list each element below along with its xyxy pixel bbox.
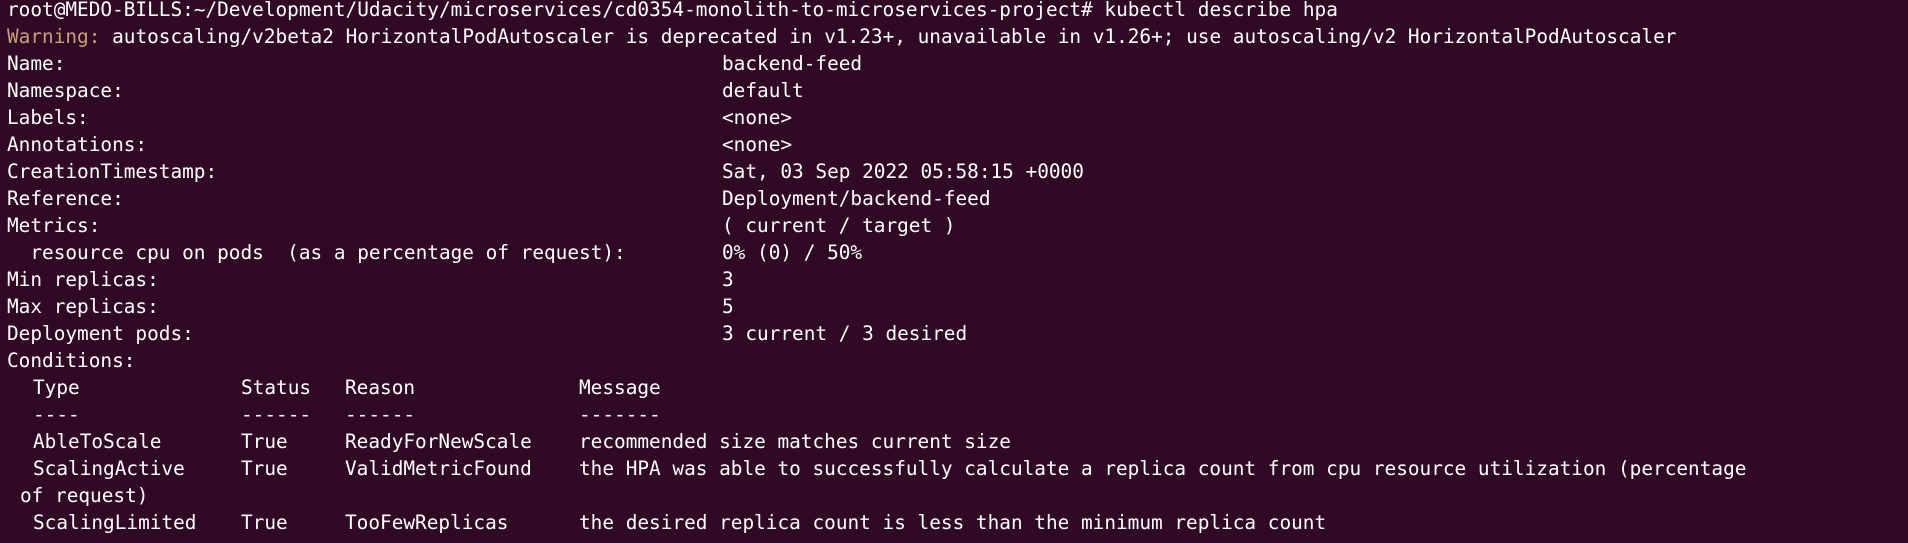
header-type: Type: [33, 376, 80, 399]
condition-type: ScalingLimited: [33, 511, 197, 534]
condition-reason: ReadyForNewScale: [345, 430, 532, 453]
underline-message: -------: [579, 403, 661, 426]
condition-reason: ValidMetricFound: [345, 457, 532, 480]
field-key: Name:: [7, 52, 66, 75]
field-key: Labels:: [7, 106, 89, 129]
condition-message: the HPA was able to successfully calcula…: [579, 457, 1747, 480]
field-row-max-replicas: Max replicas: 5: [7, 293, 734, 320]
field-row-name: Name: backend-feed: [7, 50, 862, 77]
field-key: Deployment pods:: [7, 322, 194, 345]
field-row-labels: Labels: <none>: [7, 104, 792, 131]
field-key: Reference:: [7, 187, 124, 210]
field-value: 3: [722, 268, 734, 291]
conditions-label: Conditions:: [7, 347, 135, 374]
condition-type: ScalingActive: [33, 457, 185, 480]
field-value: default: [722, 79, 804, 102]
command-text: kubectl describe hpa: [1104, 0, 1338, 21]
field-value: 0% (0) / 50%: [722, 241, 863, 264]
warning-label: Warning:: [7, 25, 101, 48]
conditions-header-row: Type Status Reason Message: [7, 374, 661, 401]
condition-message: the desired replica count is less than t…: [579, 511, 1327, 534]
field-row-annotations: Annotations: <none>: [7, 131, 792, 158]
underline-type: ----: [33, 403, 80, 426]
field-row-deployment-pods: Deployment pods: 3 current / 3 desired: [7, 320, 967, 347]
field-key: Min replicas:: [7, 268, 159, 291]
condition-type: AbleToScale: [33, 430, 162, 453]
field-key: Metrics:: [7, 214, 101, 237]
field-value: 5: [722, 295, 734, 318]
field-row-reference: Reference: Deployment/backend-feed: [7, 185, 991, 212]
field-row-metrics: Metrics: ( current / target ): [7, 212, 955, 239]
field-row-min-replicas: Min replicas: 3: [7, 266, 734, 293]
condition-status: True: [241, 457, 288, 480]
underline-status: ------: [241, 403, 312, 426]
header-message: Message: [579, 376, 661, 399]
warning-line: Warning: autoscaling/v2beta2 HorizontalP…: [7, 23, 1676, 50]
condition-row-scaling-limited: ScalingLimited True TooFewReplicas the d…: [7, 509, 1326, 536]
field-value: <none>: [722, 106, 793, 129]
header-status: Status: [241, 376, 312, 399]
warning-message: autoscaling/v2beta2 HorizontalPodAutosca…: [112, 25, 1677, 48]
field-row-cpu-metric: resource cpu on pods (as a percentage of…: [7, 239, 862, 266]
field-value: backend-feed: [722, 52, 863, 75]
condition-message-wrap: of request): [20, 484, 149, 507]
prompt-line: root@MEDO-BILLS:~/Development/Udacity/mi…: [7, 0, 1338, 23]
field-key: resource cpu on pods (as a percentage of…: [7, 241, 626, 264]
conditions-label-text: Conditions:: [7, 349, 136, 372]
condition-row-scaling-active-wrap: of request): [7, 482, 148, 509]
field-value: ( current / target ): [722, 214, 956, 237]
field-key: Namespace:: [7, 79, 124, 102]
condition-row-able-to-scale: AbleToScale True ReadyForNewScale recomm…: [7, 428, 1011, 455]
field-key: Annotations:: [7, 133, 148, 156]
condition-message: recommended size matches current size: [579, 430, 1011, 453]
field-key: Max replicas:: [7, 295, 159, 318]
field-value: 3 current / 3 desired: [722, 322, 968, 345]
field-row-namespace: Namespace: default: [7, 77, 804, 104]
field-value: Sat, 03 Sep 2022 05:58:15 +0000: [722, 160, 1084, 183]
terminal-window[interactable]: root@MEDO-BILLS:~/Development/Udacity/mi…: [0, 0, 1908, 543]
condition-status: True: [241, 511, 288, 534]
condition-row-scaling-active: ScalingActive True ValidMetricFound the …: [7, 455, 1746, 482]
condition-reason: TooFewReplicas: [345, 511, 509, 534]
field-value: Deployment/backend-feed: [722, 187, 991, 210]
condition-status: True: [241, 430, 288, 453]
prompt-path: root@MEDO-BILLS:~/Development/Udacity/mi…: [7, 0, 1093, 21]
conditions-underline-row: ---- ------ ------ -------: [7, 401, 661, 428]
field-row-creation-timestamp: CreationTimestamp: Sat, 03 Sep 2022 05:5…: [7, 158, 1084, 185]
underline-reason: ------: [345, 403, 416, 426]
field-key: CreationTimestamp:: [7, 160, 218, 183]
field-value: <none>: [722, 133, 793, 156]
header-reason: Reason: [345, 376, 416, 399]
